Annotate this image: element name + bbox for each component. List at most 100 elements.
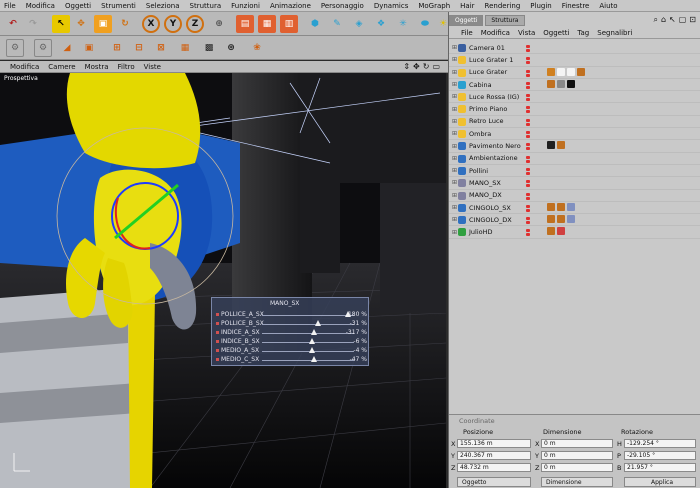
size-mode-dropdown[interactable]: Dimensione <box>541 477 613 487</box>
visibility-toggle-icon[interactable] <box>526 57 531 65</box>
menu-struttura[interactable]: Struttura <box>190 2 222 10</box>
3d-viewport[interactable]: Prospettiva <box>0 73 446 488</box>
position-x-field[interactable]: 155.136 m <box>457 439 531 448</box>
object-name[interactable]: Primo Piano <box>469 105 507 113</box>
material-tag-icon[interactable] <box>577 67 585 76</box>
object-row[interactable]: ⊞ MANO_SX <box>449 177 700 190</box>
search-icon[interactable]: ⌕ <box>653 15 657 25</box>
object-row[interactable]: ⊞ Pavimento Nero <box>449 140 700 153</box>
menu-mograph[interactable]: MoGraph <box>418 2 450 10</box>
pose-slider-value[interactable]: -4 % <box>329 347 367 354</box>
pose-slider-value[interactable]: 180 % <box>329 311 367 318</box>
material-tag-icon[interactable] <box>557 141 565 150</box>
menu-aiuto[interactable]: Aiuto <box>599 2 617 10</box>
menu-hair[interactable]: Hair <box>460 2 474 10</box>
visibility-toggle-icon[interactable] <box>526 143 531 151</box>
polygons-mode-icon[interactable]: ⊠ <box>152 39 170 57</box>
object-row[interactable]: ⊞ Ambientazione <box>449 153 700 165</box>
visibility-toggle-icon[interactable] <box>526 45 531 52</box>
visibility-toggle-icon[interactable] <box>526 217 531 225</box>
object-name[interactable]: Luce Grater <box>469 68 507 76</box>
menu-strumenti[interactable]: Strumenti <box>101 2 136 10</box>
visibility-toggle-icon[interactable] <box>526 167 531 175</box>
material-tag-icon[interactable] <box>547 79 555 88</box>
material-tag-icon[interactable] <box>557 67 565 76</box>
make-editable-icon[interactable]: ⚙ <box>6 39 24 57</box>
object-row[interactable]: ⊞ Camera 01 <box>449 42 700 55</box>
object-name[interactable]: JulioHD <box>469 228 493 236</box>
menu-oggetti[interactable]: Oggetti <box>65 2 91 10</box>
pose-slider-value[interactable]: -31 % <box>329 320 367 327</box>
x-axis-icon[interactable]: X <box>142 15 160 33</box>
coord-mode-dropdown[interactable]: Oggetto <box>457 477 531 487</box>
menu-file[interactable]: File <box>4 2 16 10</box>
viewport-menu-viste[interactable]: Viste <box>144 63 161 71</box>
om-menu-oggetti[interactable]: Oggetti <box>543 29 569 37</box>
expand-icon[interactable]: ⊞ <box>452 167 457 174</box>
material-tag-icon[interactable] <box>557 79 565 88</box>
new-window-icon[interactable]: ▢ <box>679 15 687 25</box>
expand-icon[interactable]: ⊞ <box>452 204 457 211</box>
material-tag-icon[interactable] <box>557 215 565 224</box>
size-y-field[interactable]: 0 m <box>541 451 613 460</box>
visibility-toggle-icon[interactable] <box>526 69 531 77</box>
object-row[interactable]: ⊞ CINGOLO_DX <box>449 214 700 227</box>
snap-icon[interactable]: ⊛ <box>222 39 240 57</box>
object-row[interactable]: ⊞ Luce Grater 1 <box>449 54 700 67</box>
expand-icon[interactable]: ⊞ <box>452 106 457 113</box>
object-name[interactable]: CINGOLO_DX <box>469 216 512 224</box>
edges-mode-icon[interactable]: ⊟ <box>130 39 148 57</box>
object-mode-icon[interactable]: ▣ <box>80 39 98 57</box>
pose-slider-row[interactable]: MEDIO_C_SX -47 % <box>212 355 370 364</box>
menu-dynamics[interactable]: Dynamics <box>374 2 409 10</box>
expand-icon[interactable]: ⊞ <box>452 192 457 199</box>
material-tag-icon[interactable] <box>547 215 555 224</box>
pose-slider-knob[interactable] <box>308 338 315 344</box>
position-z-field[interactable]: 48.732 m <box>457 463 531 472</box>
model-mode-icon[interactable]: ◢ <box>58 39 76 57</box>
paint-icon[interactable]: ❀ <box>248 39 266 57</box>
redo-icon[interactable]: ↷ <box>24 15 42 33</box>
object-row[interactable]: ⊞ Pollini <box>449 165 700 178</box>
expand-icon[interactable]: ⊞ <box>452 44 457 51</box>
expand-icon[interactable]: ⊞ <box>452 155 457 162</box>
object-name[interactable]: Ombra <box>469 130 491 138</box>
pose-slider-value[interactable]: -6 % <box>329 338 367 345</box>
render-picture-icon[interactable]: ▦ <box>258 15 276 33</box>
pose-slider-row[interactable]: POLLICE_B_SX -31 % <box>212 319 370 328</box>
object-row[interactable]: ⊞ Cabina <box>449 79 700 92</box>
maximize-view-icon[interactable]: ▭ <box>432 62 440 71</box>
expand-icon[interactable]: ⊞ <box>452 81 457 88</box>
material-tag-icon[interactable] <box>567 79 575 88</box>
points-mode-icon[interactable]: ⊞ <box>108 39 126 57</box>
expand-icon[interactable]: ⊞ <box>452 143 457 150</box>
object-row[interactable]: ⊞ MANO_DX <box>449 190 700 202</box>
object-name[interactable]: Retro Luce <box>469 117 504 125</box>
object-row[interactable]: ⊞ JulioHD <box>449 226 700 239</box>
texture-mode-icon[interactable]: ⚙ <box>34 39 52 57</box>
position-y-field[interactable]: 240.367 m <box>457 451 531 460</box>
subdivision-icon[interactable]: ◈ <box>350 15 368 33</box>
pose-slider-knob[interactable] <box>314 320 321 326</box>
pose-slider-knob[interactable] <box>311 356 318 362</box>
object-row[interactable]: ⊞ Primo Piano <box>449 103 700 116</box>
expand-icon[interactable]: ⊞ <box>452 56 457 63</box>
material-tag-icon[interactable] <box>567 67 575 76</box>
menu-finestre[interactable]: Finestre <box>562 2 590 10</box>
object-name[interactable]: Camera 01 <box>469 44 505 52</box>
home-icon[interactable]: ⌂ <box>661 15 666 25</box>
object-name[interactable]: Luce Grater 1 <box>469 56 513 64</box>
material-tag-icon[interactable] <box>567 215 575 224</box>
expand-icon[interactable]: ⊞ <box>452 69 457 76</box>
cube-icon[interactable]: ⬢ <box>306 15 324 33</box>
rotation-h-field[interactable]: -129.254 ° <box>624 439 696 448</box>
object-row[interactable]: ⊞ Ombra <box>449 128 700 141</box>
visibility-toggle-icon[interactable] <box>526 94 531 102</box>
expand-icon[interactable]: ⊞ <box>452 130 457 137</box>
move-icon[interactable]: ✥ <box>72 15 90 33</box>
menu-modifica[interactable]: Modifica <box>26 2 55 10</box>
pointer-icon[interactable]: ↖ <box>669 15 676 25</box>
material-tag-icon[interactable] <box>557 227 565 236</box>
visibility-toggle-icon[interactable] <box>526 106 531 114</box>
object-name[interactable]: CINGOLO_SX <box>469 204 511 212</box>
